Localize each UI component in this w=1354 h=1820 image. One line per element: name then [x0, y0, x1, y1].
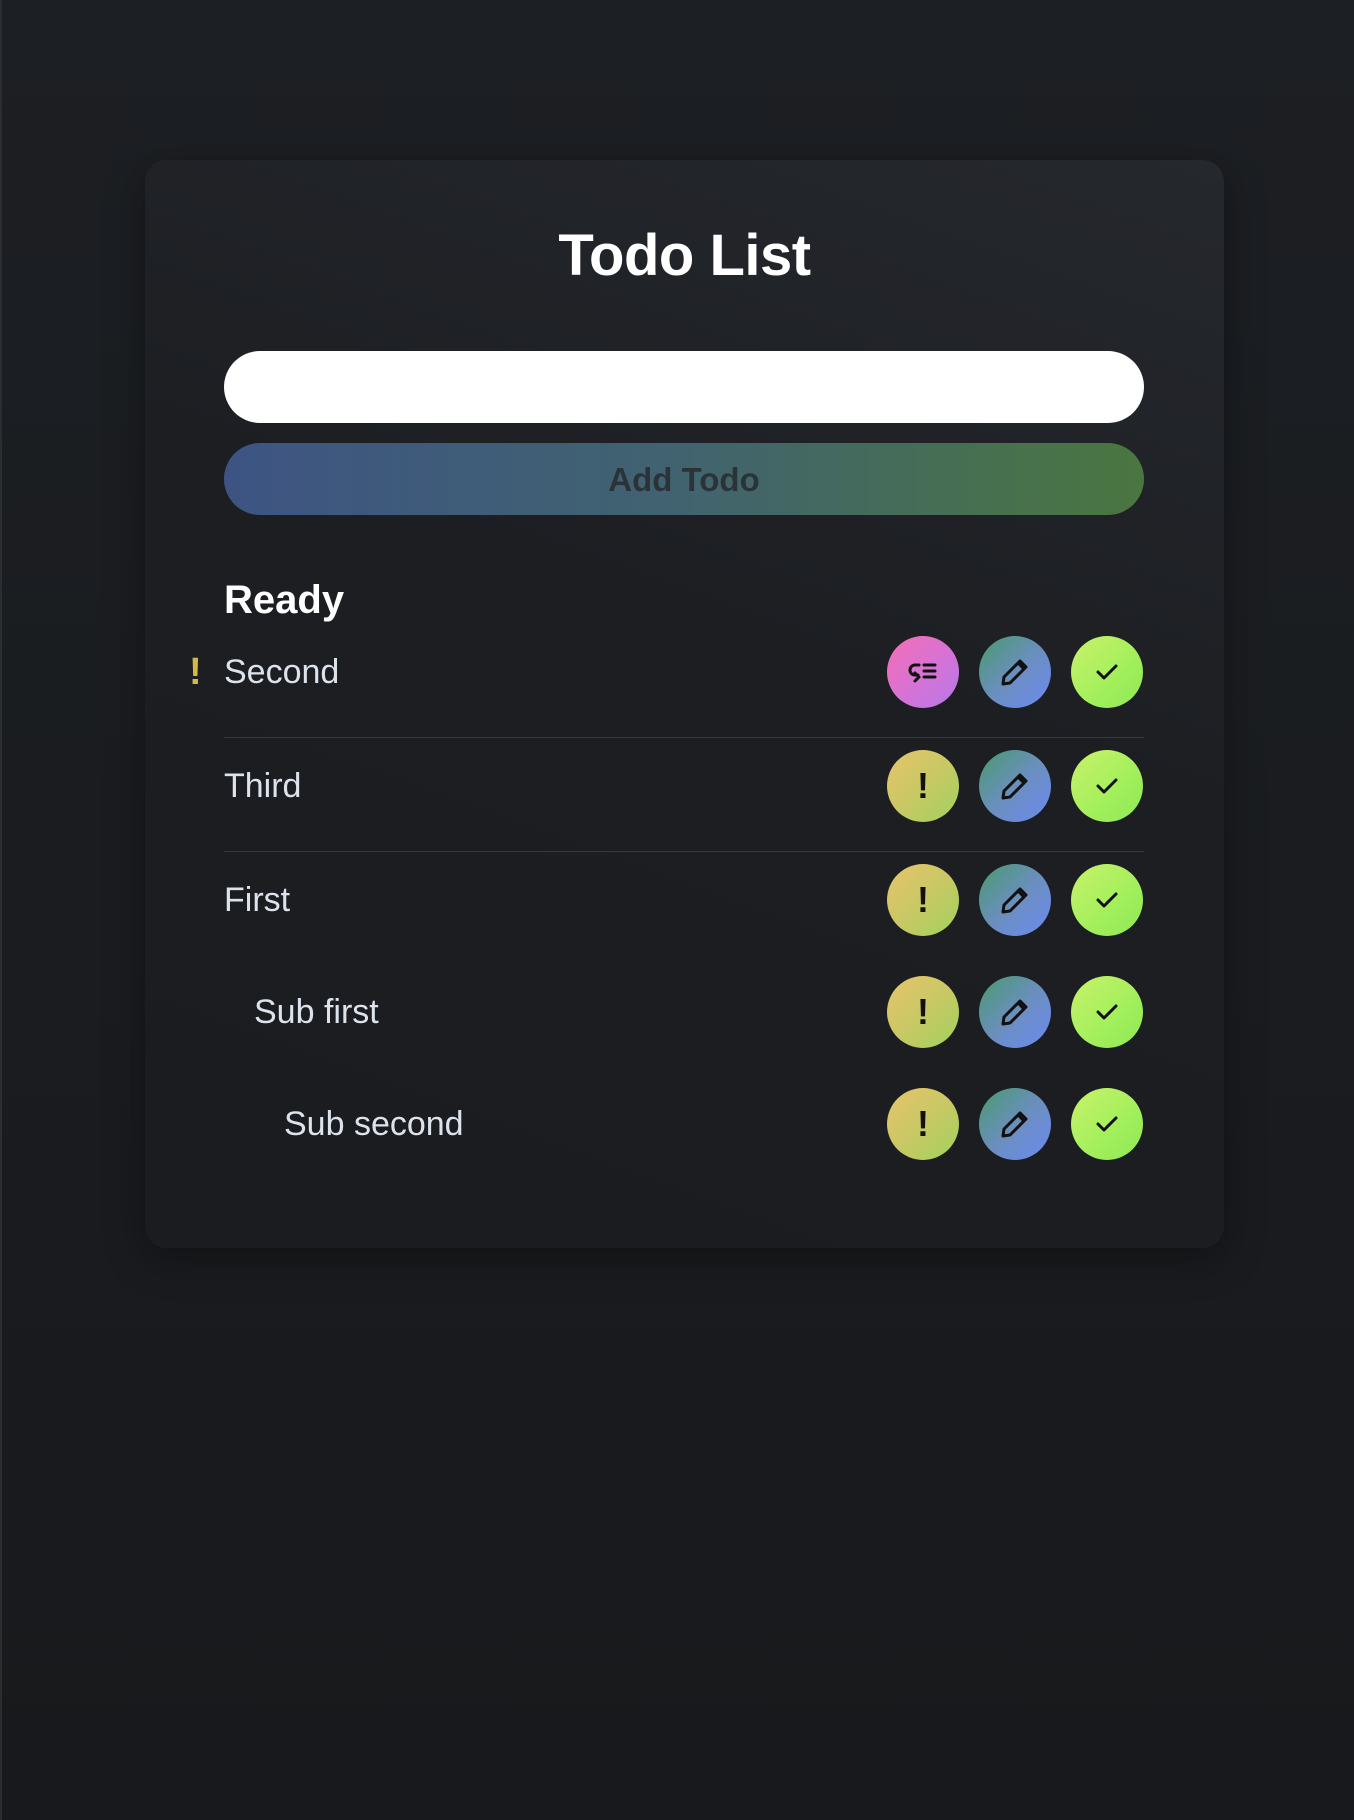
row-divider [224, 851, 1144, 852]
todo-item: ! Second [189, 636, 1144, 708]
page-title: Todo List [558, 223, 811, 288]
exclamation-icon: ! [917, 765, 929, 806]
complete-button[interactable] [1071, 864, 1143, 936]
complete-button[interactable] [1071, 636, 1143, 708]
prioritize-button[interactable]: ! [887, 750, 959, 822]
exclamation-icon: ! [917, 1103, 929, 1144]
list-return-icon [908, 663, 937, 683]
pencil-icon [1001, 773, 1028, 800]
check-icon [1096, 1004, 1118, 1020]
todo-item-label: Sub second [284, 1105, 464, 1143]
todo-item-label: Third [224, 767, 302, 805]
check-icon [1096, 892, 1118, 908]
check-icon [1096, 778, 1118, 794]
edit-button[interactable] [979, 976, 1051, 1048]
priority-indicator: ! [189, 651, 202, 693]
pencil-icon [1001, 659, 1028, 686]
prioritize-button[interactable]: ! [887, 976, 959, 1048]
unprioritize-button[interactable] [887, 636, 959, 708]
todo-item-label: Second [224, 653, 340, 691]
edit-button[interactable] [979, 636, 1051, 708]
section-heading-ready: Ready [224, 578, 345, 622]
edit-button[interactable] [979, 750, 1051, 822]
todo-item-label: First [224, 881, 291, 919]
exclamation-icon: ! [917, 991, 929, 1032]
pencil-icon [1001, 887, 1028, 914]
edit-button[interactable] [979, 1088, 1051, 1160]
todo-subitem: Sub first ! [224, 976, 1144, 1048]
add-todo-button[interactable]: Add Todo [224, 443, 1144, 515]
exclamation-icon: ! [917, 879, 929, 920]
todo-subitem: Sub second ! [224, 1088, 1144, 1160]
prioritize-button[interactable]: ! [887, 1088, 959, 1160]
todo-input[interactable] [224, 351, 1144, 423]
check-icon [1096, 1116, 1118, 1132]
complete-button[interactable] [1071, 1088, 1143, 1160]
check-icon [1096, 664, 1118, 680]
edit-button[interactable] [979, 864, 1051, 936]
pencil-icon [1001, 1111, 1028, 1138]
todo-item-label: Sub first [254, 993, 379, 1031]
pencil-icon [1001, 999, 1028, 1026]
complete-button[interactable] [1071, 750, 1143, 822]
window-edge [0, 0, 2, 1820]
todo-item: Third ! [224, 750, 1144, 822]
todo-item: First ! [224, 864, 1144, 936]
row-divider [224, 737, 1144, 738]
todo-card: Todo List Add Todo Ready ! Second Third … [145, 160, 1224, 1248]
complete-button[interactable] [1071, 976, 1143, 1048]
prioritize-button[interactable]: ! [887, 864, 959, 936]
